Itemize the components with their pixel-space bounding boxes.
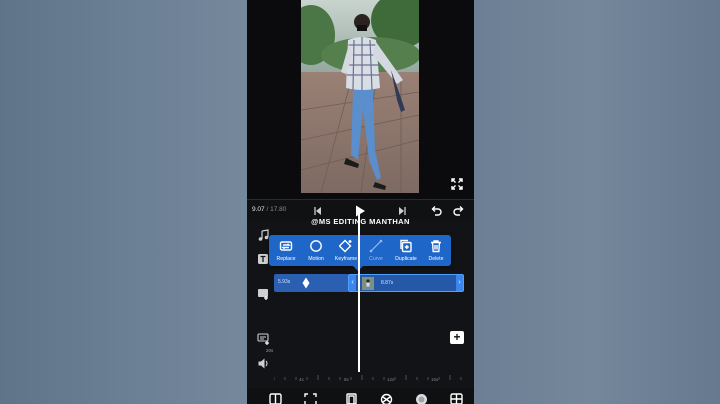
clip-thumbnail-image — [362, 278, 374, 290]
clip-trim-handle-left[interactable]: ‹ — [349, 275, 356, 291]
timeline-playhead[interactable] — [358, 212, 360, 372]
filter-tool-icon[interactable] — [345, 393, 358, 404]
effects-tool-icon[interactable] — [380, 393, 393, 404]
clip-thumbnail — [362, 277, 374, 290]
skip-to-start-icon[interactable] — [311, 204, 325, 218]
current-time: 9.07 — [252, 206, 265, 213]
clip-trim-handle-right[interactable]: › — [456, 275, 463, 291]
volume-icon[interactable] — [257, 357, 270, 370]
duplicate-icon — [400, 239, 412, 253]
watermark-text: @MS EDITING MANTHAN — [311, 217, 410, 226]
ruler-label: 4s — [299, 377, 304, 382]
keyframe-marker-icon[interactable] — [302, 277, 310, 289]
total-time: 17.80 — [270, 206, 287, 213]
delete-icon — [431, 240, 441, 253]
keyframe-icon — [339, 239, 352, 253]
time-display: 9.07 / 17.80 — [252, 206, 286, 213]
add-clip-button[interactable]: + — [450, 331, 464, 344]
redo-icon[interactable] — [452, 204, 466, 218]
fullscreen-expand-icon[interactable] — [451, 178, 463, 190]
crop-tool-icon[interactable] — [304, 393, 317, 404]
video-clip-selected[interactable]: ‹ 8.87s › — [348, 274, 464, 292]
motion-icon — [310, 240, 322, 252]
play-icon[interactable] — [353, 204, 367, 218]
split-tool-icon[interactable] — [269, 393, 282, 404]
video-clip-left[interactable]: 5.93s — [274, 274, 349, 292]
subtitle-track-icon[interactable] — [257, 332, 270, 345]
ruler-label: 16s — [431, 377, 439, 382]
curve-icon — [369, 239, 383, 253]
adjust-tool-icon[interactable] — [450, 393, 463, 404]
video-preview[interactable] — [301, 0, 419, 193]
clip-left-duration: 5.93s — [278, 279, 291, 285]
bottom-toolbar — [247, 388, 474, 404]
overlay-track-icon[interactable] — [257, 287, 270, 300]
video-editor-phone-screen: 9.07 / 17.80 @MS EDITING MANTHAN 20s 5.9… — [247, 0, 474, 404]
speed-tool-icon[interactable] — [415, 393, 428, 404]
preview-frame-image — [301, 0, 419, 193]
ruler-label: 8s — [344, 377, 349, 382]
clip-right-duration: 8.87s — [381, 280, 394, 286]
menu-item-label: Delete — [428, 256, 444, 262]
timeline-ruler: 4s 8s 12s 16s — [273, 368, 470, 382]
replace-icon — [279, 241, 293, 251]
clip-context-menu: Replace Motion Keyframe Curve Duplicate … — [269, 235, 451, 266]
undo-icon[interactable] — [429, 204, 443, 218]
skip-to-end-icon[interactable] — [395, 204, 409, 218]
track-time-label: 20s — [266, 348, 274, 353]
ruler-label: 12s — [387, 377, 395, 382]
menu-item-delete[interactable]: Delete — [421, 235, 451, 266]
